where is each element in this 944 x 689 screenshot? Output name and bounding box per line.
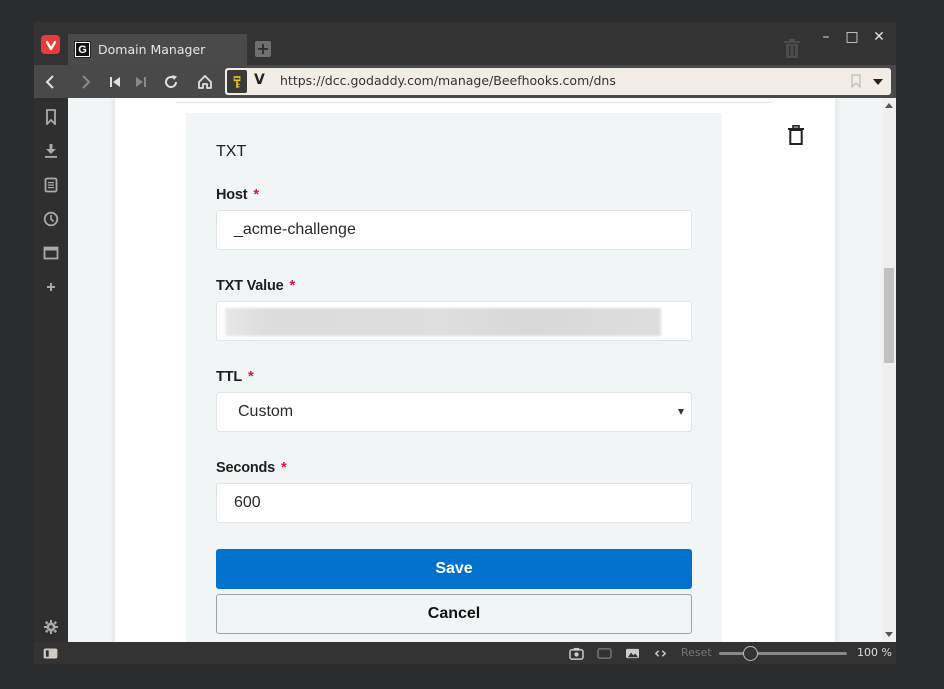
history-panel-button[interactable] — [42, 210, 60, 228]
reload-button[interactable] — [160, 71, 182, 93]
window-panel-button[interactable] — [42, 244, 60, 262]
seconds-input[interactable]: 600 — [216, 483, 692, 523]
dropdown-arrow-icon — [678, 409, 684, 415]
home-button[interactable] — [194, 71, 216, 93]
back-button[interactable] — [40, 71, 62, 93]
ttl-select[interactable]: Custom — [216, 392, 692, 432]
host-label: Host * — [216, 187, 259, 203]
rewind-icon — [110, 77, 120, 87]
tab-title: Domain Manager — [98, 42, 206, 57]
vivaldi-v-icon[interactable]: V — [254, 72, 265, 88]
vivaldi-menu-button[interactable] — [41, 35, 60, 54]
bookmark-page-icon[interactable] — [851, 74, 861, 88]
address-bar[interactable]: V https://dcc.godaddy.com/manage/Beefhoo… — [225, 68, 891, 95]
forward-button[interactable] — [74, 71, 96, 93]
bookmarks-icon — [46, 109, 56, 125]
web-content: TXT Host * _acme-challenge TXT Value * TTL… — [68, 98, 896, 642]
minimize-button[interactable]: – — [815, 28, 837, 46]
add-panel-icon — [47, 283, 55, 291]
side-panel — [34, 98, 68, 642]
save-button[interactable]: Save — [216, 549, 692, 589]
delete-record-icon[interactable] — [788, 125, 804, 145]
redacted-value — [225, 308, 661, 336]
notes-panel-button[interactable] — [42, 176, 60, 194]
notes-icon — [44, 177, 58, 193]
browser-window: G Domain Manager + – □ ✕ V https://dcc.g… — [34, 22, 896, 664]
back-icon — [45, 75, 54, 89]
site-info-button[interactable] — [227, 70, 247, 93]
window-icon — [43, 246, 59, 260]
fast-forward-icon — [136, 77, 146, 87]
capture-button[interactable] — [568, 646, 584, 660]
settings-button[interactable] — [42, 618, 60, 636]
required-marker: * — [253, 187, 259, 203]
scroll-up-arrow-icon[interactable] — [885, 103, 893, 108]
home-icon — [198, 75, 212, 89]
closed-tabs-trash-icon[interactable] — [784, 39, 800, 59]
divider — [176, 102, 772, 103]
code-brackets-icon — [654, 649, 666, 657]
cancel-button[interactable]: Cancel — [216, 594, 692, 634]
zoom-reset-button[interactable]: Reset — [681, 646, 712, 659]
scrollbar-thumb[interactable] — [884, 268, 894, 363]
vivaldi-logo-icon — [45, 40, 56, 50]
txt-value-input[interactable] — [216, 301, 692, 341]
seconds-label: Seconds * — [216, 460, 287, 476]
required-marker: * — [247, 369, 254, 385]
downloads-icon — [45, 144, 57, 158]
fast-forward-button[interactable] — [130, 71, 152, 93]
required-marker: * — [281, 460, 287, 476]
vertical-scrollbar[interactable] — [882, 98, 896, 642]
settings-icon — [44, 620, 58, 634]
tab-bar: G Domain Manager + – □ ✕ — [34, 22, 896, 65]
history-icon — [43, 211, 59, 227]
dns-record-card: TXT Host * _acme-challenge TXT Value * TTL… — [115, 98, 835, 642]
add-web-panel-button[interactable] — [42, 278, 60, 296]
images-toggle-button[interactable] — [624, 646, 640, 660]
rewind-button[interactable] — [104, 71, 126, 93]
url-text[interactable]: https://dcc.godaddy.com/manage/Beefhooks… — [280, 73, 616, 88]
tiling-button[interactable] — [596, 646, 612, 660]
required-marker: * — [289, 278, 296, 294]
bookmarks-panel-button[interactable] — [42, 108, 60, 126]
zoom-level: 100 % — [857, 646, 892, 659]
host-input[interactable]: _acme-challenge — [216, 210, 692, 250]
edit-record-form: TXT Host * _acme-challenge TXT Value * TTL… — [186, 113, 722, 642]
zoom-slider[interactable] — [719, 646, 847, 661]
navigation-bar: V https://dcc.godaddy.com/manage/Beefhoo… — [34, 65, 896, 98]
downloads-panel-button[interactable] — [42, 142, 60, 160]
txt-value-label: TXT Value * — [216, 278, 295, 294]
toggle-panel-button[interactable] — [42, 646, 58, 660]
maximize-button[interactable]: □ — [841, 28, 863, 46]
image-icon — [625, 648, 639, 658]
forward-icon — [82, 75, 91, 89]
page-actions-button[interactable] — [652, 646, 668, 660]
new-tab-button[interactable]: + — [255, 41, 271, 57]
ttl-label: TTL * — [216, 369, 254, 385]
camera-icon — [568, 647, 584, 660]
close-window-button[interactable]: ✕ — [868, 28, 890, 46]
scroll-down-arrow-icon[interactable] — [885, 632, 893, 637]
panel-toggle-icon — [43, 647, 57, 659]
tile-window-icon — [596, 647, 612, 659]
reload-icon — [165, 75, 178, 88]
key-icon — [233, 75, 241, 88]
godaddy-favicon-icon: G — [74, 41, 91, 58]
status-bar: Reset 100 % — [34, 642, 896, 664]
zoom-slider-thumb[interactable] — [742, 646, 758, 661]
tab-domain-manager[interactable]: G Domain Manager — [68, 34, 247, 65]
address-dropdown-icon[interactable] — [873, 79, 883, 85]
record-type-label: TXT — [216, 143, 247, 160]
